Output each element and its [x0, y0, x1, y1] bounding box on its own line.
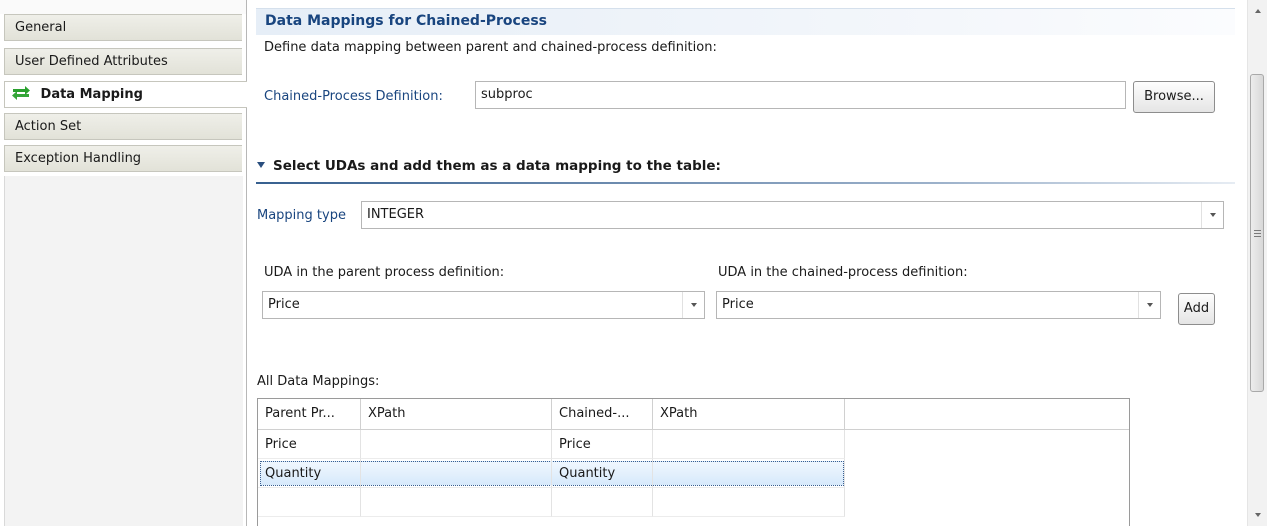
- scroll-up-arrow-icon[interactable]: [1248, 2, 1267, 20]
- section-header: Data Mappings for Chained-Process: [256, 8, 1235, 35]
- scroll-down-arrow-icon[interactable]: [1248, 506, 1267, 524]
- chevron-down-icon[interactable]: [682, 292, 704, 318]
- chained-definition-input[interactable]: subproc: [475, 81, 1126, 109]
- column-header-parent-xpath[interactable]: XPath: [361, 399, 552, 429]
- parent-uda-value: Price: [268, 297, 300, 312]
- chained-definition-label: Chained-Process Definition:: [264, 89, 443, 104]
- chained-uda-label: UDA in the chained-process definition:: [718, 265, 968, 280]
- mapping-type-select[interactable]: INTEGER: [361, 201, 1224, 229]
- table-row-empty: [258, 488, 1129, 517]
- parent-uda-select[interactable]: Price: [262, 291, 705, 319]
- add-mapping-button[interactable]: Add: [1178, 293, 1215, 325]
- section-divider: [256, 182, 1235, 184]
- data-mapping-page: Data Mappings for Chained-Process Define…: [247, 0, 1247, 526]
- tab-general[interactable]: General: [4, 14, 242, 41]
- table-row-selected[interactable]: Quantity Quantity: [258, 459, 1129, 488]
- grip-icon: [1254, 230, 1261, 237]
- section-title: Data Mappings for Chained-Process: [265, 13, 548, 29]
- data-mapping-arrows-icon: [11, 85, 31, 110]
- column-header-parent-process[interactable]: Parent Pr...: [258, 399, 361, 429]
- all-mappings-caption: All Data Mappings:: [257, 374, 380, 389]
- empty-cell: [361, 488, 552, 517]
- browse-button[interactable]: Browse...: [1133, 81, 1215, 113]
- tab-exception-handling[interactable]: Exception Handling: [4, 145, 242, 172]
- table-row[interactable]: Price Price: [258, 430, 1129, 459]
- tab-label: Action Set: [15, 119, 82, 134]
- cell-chained-uda: Price: [552, 430, 653, 459]
- mapping-type-value: INTEGER: [367, 207, 425, 222]
- sidebar-tab-list: General User Defined Attributes Data Map…: [0, 0, 247, 526]
- sidebar-top-strip: [0, 0, 246, 14]
- tab-label: Data Mapping: [40, 87, 143, 102]
- column-header-chained-process[interactable]: Chained-...: [552, 399, 653, 429]
- mapping-type-label: Mapping type: [257, 208, 346, 223]
- expand-twisty-icon: [257, 162, 265, 168]
- cell-chained-xpath: [653, 459, 845, 488]
- tab-data-mapping[interactable]: Data Mapping: [4, 81, 247, 108]
- cell-parent-xpath: [361, 459, 552, 488]
- vertical-scrollbar[interactable]: [1247, 0, 1267, 526]
- tab-user-defined-attributes[interactable]: User Defined Attributes: [4, 48, 242, 75]
- uda-section-title: Select UDAs and add them as a data mappi…: [273, 158, 721, 174]
- cell-parent-xpath: [361, 430, 552, 459]
- tab-label: Exception Handling: [15, 151, 142, 166]
- parent-uda-label: UDA in the parent process definition:: [264, 265, 505, 280]
- tab-label: General: [15, 20, 67, 35]
- empty-cell: [653, 488, 845, 517]
- empty-cell: [552, 488, 653, 517]
- chained-uda-value: Price: [722, 297, 754, 312]
- section-description: Define data mapping between parent and c…: [264, 40, 717, 55]
- cell-parent-uda: Price: [258, 430, 361, 459]
- scrollbar-thumb[interactable]: [1250, 74, 1264, 392]
- empty-cell: [258, 488, 361, 517]
- tab-action-set[interactable]: Action Set: [4, 113, 242, 140]
- sidebar-empty-area: [4, 176, 243, 526]
- table-header-row: Parent Pr... XPath Chained-... XPath: [258, 399, 1129, 430]
- data-mappings-table[interactable]: Parent Pr... XPath Chained-... XPath Pri…: [257, 398, 1130, 526]
- cell-chained-xpath: [653, 430, 845, 459]
- chained-uda-select[interactable]: Price: [716, 291, 1161, 319]
- cell-parent-uda: Quantity: [258, 459, 361, 488]
- chevron-down-icon[interactable]: [1201, 202, 1223, 228]
- uda-section-header[interactable]: Select UDAs and add them as a data mappi…: [257, 158, 721, 174]
- column-header-chained-xpath[interactable]: XPath: [653, 399, 845, 429]
- cell-chained-uda: Quantity: [552, 459, 653, 488]
- chevron-down-icon[interactable]: [1138, 292, 1160, 318]
- tab-label: User Defined Attributes: [15, 54, 168, 69]
